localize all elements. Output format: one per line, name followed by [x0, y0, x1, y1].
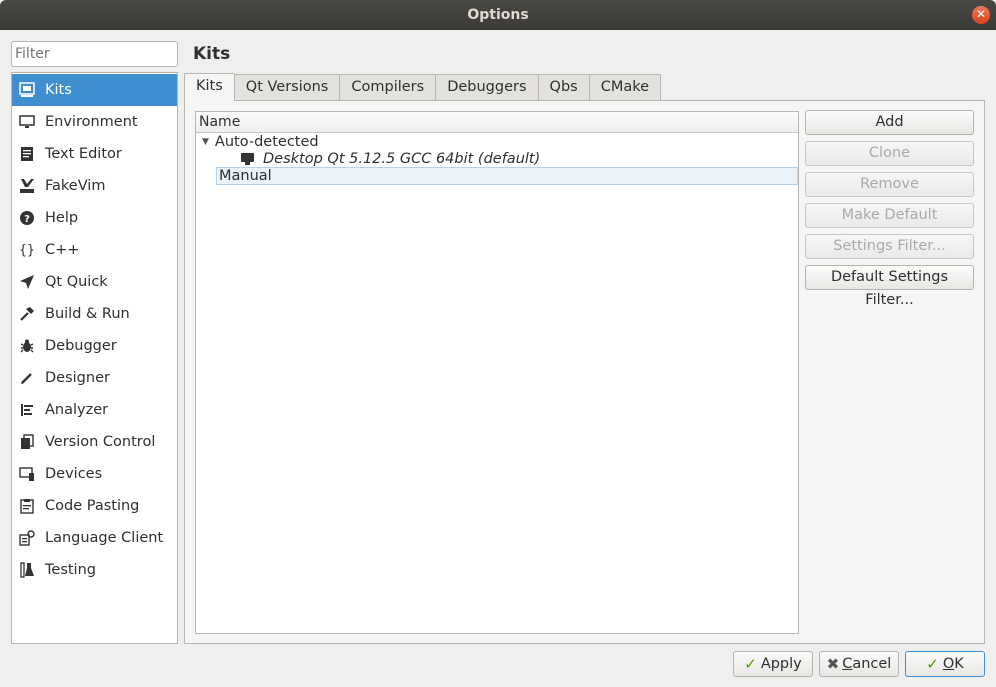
sidebar-item-label: Build & Run: [45, 306, 130, 322]
tab-qbs[interactable]: Qbs: [537, 74, 590, 100]
sidebar-item-label: Text Editor: [45, 146, 122, 162]
tree-item-label: Desktop Qt 5.12.5 GCC 64bit (default): [263, 151, 541, 167]
sidebar-item-label: Qt Quick: [45, 274, 108, 290]
checkmark-icon: ✓: [744, 655, 757, 673]
flask-icon: [18, 561, 36, 579]
desktop-icon: [241, 153, 255, 166]
sidebar-item-text-editor[interactable]: Text Editor: [12, 138, 177, 170]
sidebar-item-help[interactable]: ? Help: [12, 202, 177, 234]
tree-item-manual[interactable]: Manual: [216, 167, 798, 185]
sidebar-item-label: Language Client: [45, 530, 164, 546]
tab-cmake[interactable]: CMake: [588, 74, 662, 100]
sidebar-item-label: Code Pasting: [45, 498, 140, 514]
tree-item-label: Auto-detected: [214, 134, 319, 150]
sidebar-item-code-pasting[interactable]: Code Pasting: [12, 490, 177, 522]
ok-mnemonic: O: [942, 656, 955, 672]
close-icon: ✕: [975, 7, 987, 21]
sidebar-item-designer[interactable]: Designer: [12, 362, 177, 394]
apply-label: Apply: [760, 656, 802, 672]
clone-button[interactable]: Clone: [805, 141, 974, 166]
help-icon: ?: [18, 209, 36, 227]
sidebar-item-cpp[interactable]: {} C++: [12, 234, 177, 266]
analyzer-icon: [18, 401, 36, 419]
cancel-button[interactable]: ✖ Cancel: [819, 651, 899, 677]
sidebar-item-build-run[interactable]: Build & Run: [12, 298, 177, 330]
tree-item-auto-detected[interactable]: ▼ Auto-detected: [202, 134, 319, 151]
sidebar-item-label: C++: [45, 242, 80, 258]
braces-icon: {}: [19, 242, 35, 258]
sidebar-item-fakevim[interactable]: FakeVim: [12, 170, 177, 202]
remove-button[interactable]: Remove: [805, 172, 974, 197]
sidebar-item-label: Devices: [45, 466, 103, 482]
title-bar: Options ✕: [0, 0, 996, 30]
sidebar: Kits Environment Text Editor FakeVim ? H…: [11, 72, 178, 644]
sidebar-item-label: Version Control: [45, 434, 156, 450]
devices-icon: [18, 465, 36, 483]
sidebar-item-kits[interactable]: Kits: [12, 74, 177, 106]
sidebar-item-label: Debugger: [45, 338, 117, 354]
cancel-x-icon: ✖: [826, 655, 840, 673]
paper-plane-icon: [18, 273, 36, 291]
sidebar-item-version-control[interactable]: Version Control: [12, 426, 177, 458]
tab-bar: Kits Qt Versions Compilers Debuggers Qbs…: [184, 73, 662, 101]
tree-item-label: Manual: [219, 167, 272, 184]
add-button[interactable]: Add: [805, 110, 974, 135]
tab-compilers[interactable]: Compilers: [339, 74, 437, 100]
kits-icon: [18, 81, 36, 99]
page-title: Kits: [193, 44, 231, 64]
sidebar-item-label: FakeVim: [45, 178, 106, 194]
hammer-icon: [18, 305, 36, 323]
default-settings-filter-button[interactable]: Default Settings Filter...: [805, 265, 974, 308]
settings-filter-button[interactable]: Settings Filter...: [805, 234, 974, 259]
cancel-label: ancel: [852, 656, 892, 672]
tree-item-desktop-kit[interactable]: Desktop Qt 5.12.5 GCC 64bit (default): [241, 151, 540, 168]
code-pasting-icon: [18, 497, 36, 515]
sidebar-item-qt-quick[interactable]: Qt Quick: [12, 266, 177, 298]
sidebar-item-testing[interactable]: Testing: [12, 554, 177, 586]
cancel-mnemonic: C: [842, 656, 853, 672]
monitor-icon: [18, 113, 36, 131]
filter-input[interactable]: [11, 41, 178, 67]
sidebar-item-label: Analyzer: [45, 402, 109, 418]
expand-arrow-icon[interactable]: ▼: [202, 134, 209, 151]
kits-tree[interactable]: Name ▼ Auto-detected Desktop Qt 5.12.5 G…: [195, 111, 799, 634]
bug-icon: [18, 337, 36, 355]
close-button[interactable]: ✕: [972, 6, 990, 24]
sidebar-item-label: Designer: [45, 370, 110, 386]
tab-qt-versions[interactable]: Qt Versions: [233, 74, 341, 100]
sidebar-item-label: Kits: [45, 82, 72, 98]
sidebar-item-label: Environment: [45, 114, 138, 130]
pencil-icon: [18, 369, 36, 387]
language-client-icon: [18, 529, 36, 547]
sidebar-item-language-client[interactable]: Language Client: [12, 522, 177, 554]
fakevim-icon: [18, 177, 36, 195]
sidebar-item-analyzer[interactable]: Analyzer: [12, 394, 177, 426]
window-title: Options: [467, 7, 529, 23]
document-icon: [18, 145, 36, 163]
apply-button[interactable]: ✓ Apply: [733, 651, 813, 677]
version-control-icon: [18, 433, 36, 451]
checkmark-icon: ✓: [926, 655, 939, 673]
tab-kits[interactable]: Kits: [184, 73, 235, 101]
make-default-button[interactable]: Make Default: [805, 203, 974, 228]
sidebar-item-devices[interactable]: Devices: [12, 458, 177, 490]
ok-button[interactable]: ✓ OK: [905, 651, 985, 677]
sidebar-item-debugger[interactable]: Debugger: [12, 330, 177, 362]
svg-text:?: ?: [24, 214, 30, 225]
tab-debuggers[interactable]: Debuggers: [435, 74, 539, 100]
sidebar-item-environment[interactable]: Environment: [12, 106, 177, 138]
tree-header-name[interactable]: Name: [196, 112, 798, 133]
ok-label: K: [954, 656, 964, 672]
sidebar-item-label: Testing: [45, 562, 96, 578]
sidebar-item-label: Help: [45, 210, 79, 226]
